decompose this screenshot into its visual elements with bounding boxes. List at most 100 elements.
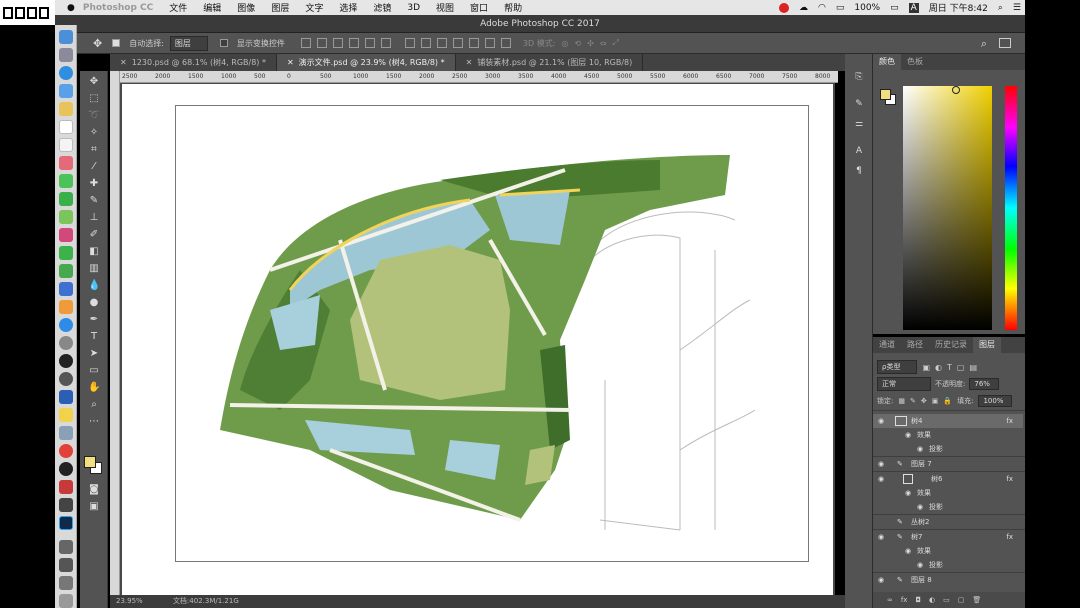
fx-icon[interactable]: fx: [1006, 414, 1013, 428]
brush-tool-icon[interactable]: ✎: [88, 195, 100, 206]
kind-filter[interactable]: ρ类型: [877, 360, 918, 374]
photos-icon[interactable]: [59, 156, 73, 170]
lock-all-icon[interactable]: 🔒: [943, 397, 952, 405]
visibility-eye-icon[interactable]: ◉: [905, 544, 911, 558]
fx-icon[interactable]: fx: [1006, 472, 1013, 486]
layer-row[interactable]: ◉ ✎ 图层 7: [873, 457, 1023, 471]
fill-input[interactable]: 100%: [978, 395, 1013, 407]
game-icon[interactable]: [59, 372, 73, 386]
doc-tab-paving[interactable]: ✕ 铺装素材.psd @ 21.1% (图层 10, RGB/8): [456, 54, 644, 71]
path-select-tool-icon[interactable]: ➤: [88, 348, 100, 359]
close-icon[interactable]: ✕: [287, 58, 294, 67]
lock-artboard-icon[interactable]: ▣: [932, 397, 939, 405]
app-menu[interactable]: Photoshop CC: [83, 3, 153, 13]
filter-type-icon[interactable]: T: [947, 363, 952, 372]
blend-mode-dropdown[interactable]: 正常: [877, 377, 931, 391]
stamp-tool-icon[interactable]: ⊥: [88, 212, 100, 223]
tab-color[interactable]: 颜色: [873, 54, 901, 70]
align-top-icon[interactable]: [348, 38, 359, 48]
more-tools-icon[interactable]: ⋯: [88, 416, 100, 427]
move-tool-icon[interactable]: ✥: [88, 76, 100, 87]
3d-pan-icon[interactable]: ✣: [587, 39, 594, 48]
align-left-icon[interactable]: [300, 38, 311, 48]
tab-layers[interactable]: 图层: [973, 337, 1001, 353]
doc-size[interactable]: 文档:402.3M/1.21G: [173, 597, 239, 605]
apple-menu-icon[interactable]: ●: [67, 3, 75, 13]
battery-percent[interactable]: 100%: [854, 3, 880, 13]
appstore-icon[interactable]: [59, 318, 73, 332]
menu-help[interactable]: 帮助: [504, 1, 522, 14]
history-panel-icon[interactable]: ⎘: [853, 72, 865, 84]
visibility-eye-icon[interactable]: ◉: [878, 573, 884, 587]
add-style-icon[interactable]: fx: [901, 596, 908, 604]
new-adjustment-icon[interactable]: ◐: [929, 596, 935, 604]
distribute-middle-icon[interactable]: [420, 38, 431, 48]
spotlight-icon[interactable]: ⌕: [998, 3, 1003, 13]
3d-slide-icon[interactable]: ⇔: [600, 39, 607, 48]
lasso-tool-icon[interactable]: ➰: [88, 110, 100, 121]
align-center-icon[interactable]: [316, 38, 327, 48]
clock[interactable]: 周日 下午8:42: [929, 1, 988, 14]
add-mask-icon[interactable]: ◘: [915, 596, 921, 604]
lock-position-icon[interactable]: ✥: [921, 397, 927, 405]
zoom-level[interactable]: 23.95%: [116, 597, 143, 605]
visibility-eye-icon[interactable]: ◉: [878, 457, 884, 471]
wechat-icon[interactable]: [59, 246, 73, 260]
close-icon[interactable]: ✕: [466, 58, 473, 67]
pen-tool-icon[interactable]: ✒: [88, 314, 100, 325]
launchpad-icon[interactable]: [59, 48, 73, 62]
menu-file[interactable]: 文件: [169, 1, 187, 14]
vertical-ruler[interactable]: [110, 71, 120, 595]
marquee-tool-icon[interactable]: ⬚: [88, 93, 100, 104]
adjust-panel-icon[interactable]: ⚌: [853, 119, 865, 131]
visibility-eye-icon[interactable]: ◉: [905, 486, 911, 500]
photoshop-icon[interactable]: [59, 516, 73, 530]
documents-icon[interactable]: [59, 576, 73, 590]
3d-scale-icon[interactable]: ⤢: [613, 38, 619, 48]
folder-icon[interactable]: [59, 540, 73, 554]
screen-mode-icon[interactable]: ▣: [88, 501, 100, 512]
doc-tab-1230[interactable]: ✕ 1230.psd @ 68.1% (树4, RGB/8) *: [110, 54, 277, 71]
brush-panel-icon[interactable]: ✎: [853, 99, 865, 111]
distribute-bottom-icon[interactable]: [436, 38, 447, 48]
finder-icon[interactable]: [59, 30, 73, 44]
distribute-center-icon[interactable]: [468, 38, 479, 48]
quick-mask-icon[interactable]: ◙: [88, 484, 100, 495]
fx-icon[interactable]: fx: [1006, 530, 1013, 544]
layer-effect-row[interactable]: ◉ 投影: [873, 500, 1023, 514]
layer-row[interactable]: ◉ 树4 fx: [873, 414, 1023, 428]
calendar-icon[interactable]: [59, 120, 73, 134]
menu-select[interactable]: 选择: [339, 1, 357, 14]
facetime-icon[interactable]: [59, 192, 73, 206]
doc-tab-demo[interactable]: ✕ 演示文件.psd @ 23.9% (树4, RGB/8) *: [276, 54, 456, 71]
filter-image-icon[interactable]: ▣: [922, 363, 930, 372]
notification-icon[interactable]: ☰: [1013, 3, 1021, 13]
wifi-icon[interactable]: ◠: [818, 3, 826, 13]
blur-tool-icon[interactable]: 💧: [88, 280, 100, 291]
menu-filter[interactable]: 滤镜: [373, 1, 391, 14]
type-tool-icon[interactable]: T: [88, 331, 100, 342]
foreground-color-swatch[interactable]: [84, 456, 96, 468]
3d-orbit-icon[interactable]: ◎: [561, 39, 568, 48]
filter-adjust-icon[interactable]: ◐: [935, 363, 942, 372]
color-picker-handle[interactable]: [952, 86, 960, 94]
trash-icon[interactable]: [59, 594, 73, 608]
filter-smart-icon[interactable]: ▤: [969, 363, 977, 372]
messages-icon[interactable]: [59, 174, 73, 188]
paragraph-panel-icon[interactable]: ¶: [853, 166, 865, 178]
chrome-icon[interactable]: [59, 444, 73, 458]
lock-pixels-icon[interactable]: ▦: [898, 397, 905, 405]
new-group-icon[interactable]: ▭: [943, 596, 950, 604]
cloud-icon[interactable]: ☁: [799, 3, 808, 13]
visibility-eye-icon[interactable]: ◉: [878, 472, 884, 486]
preferences-icon[interactable]: [59, 336, 73, 350]
downloads-icon[interactable]: [59, 558, 73, 572]
keynote-icon[interactable]: [59, 282, 73, 296]
mail-icon[interactable]: [59, 84, 73, 98]
character-panel-icon[interactable]: A: [853, 146, 865, 158]
menu-image[interactable]: 图像: [237, 1, 255, 14]
zoom-tool-icon[interactable]: ⌕: [88, 399, 100, 410]
numbers-icon[interactable]: [59, 264, 73, 278]
maps-icon[interactable]: [59, 210, 73, 224]
new-layer-icon[interactable]: ▢: [958, 596, 965, 604]
